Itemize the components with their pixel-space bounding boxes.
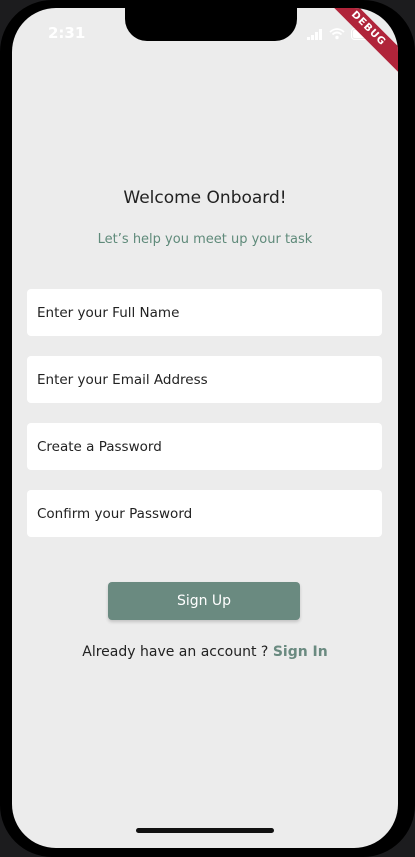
sign-in-link[interactable]: Sign In	[273, 644, 328, 660]
home-indicator[interactable]	[136, 828, 274, 833]
notch	[125, 8, 297, 41]
full-name-field[interactable]: Enter your Full Name	[27, 289, 382, 336]
full-name-placeholder: Enter your Full Name	[37, 304, 180, 321]
app-screen: 2:31 DEBUG Welcome Onboard! Let’s help y…	[12, 8, 398, 848]
signal-icon	[307, 25, 323, 44]
signin-row: Already have an account ? Sign In	[12, 644, 398, 660]
page-subtitle: Let’s help you meet up your task	[97, 232, 313, 247]
email-placeholder: Enter your Email Address	[37, 371, 208, 388]
device-frame: 2:31 DEBUG Welcome Onboard! Let’s help y…	[0, 0, 415, 857]
signin-prompt: Already have an account ?	[82, 644, 269, 660]
sign-up-label: Sign Up	[176, 593, 232, 609]
password-field[interactable]: Create a Password	[27, 423, 382, 470]
status-time: 2:31	[48, 24, 86, 42]
page-title: Welcome Onboard!	[123, 188, 287, 208]
password-placeholder: Create a Password	[37, 438, 162, 455]
confirm-password-field[interactable]: Confirm your Password	[27, 490, 382, 537]
confirm-password-placeholder: Confirm your Password	[37, 505, 193, 522]
email-field[interactable]: Enter your Email Address	[27, 356, 382, 403]
sign-up-button[interactable]: Sign Up	[108, 582, 300, 620]
wifi-icon	[329, 25, 345, 44]
